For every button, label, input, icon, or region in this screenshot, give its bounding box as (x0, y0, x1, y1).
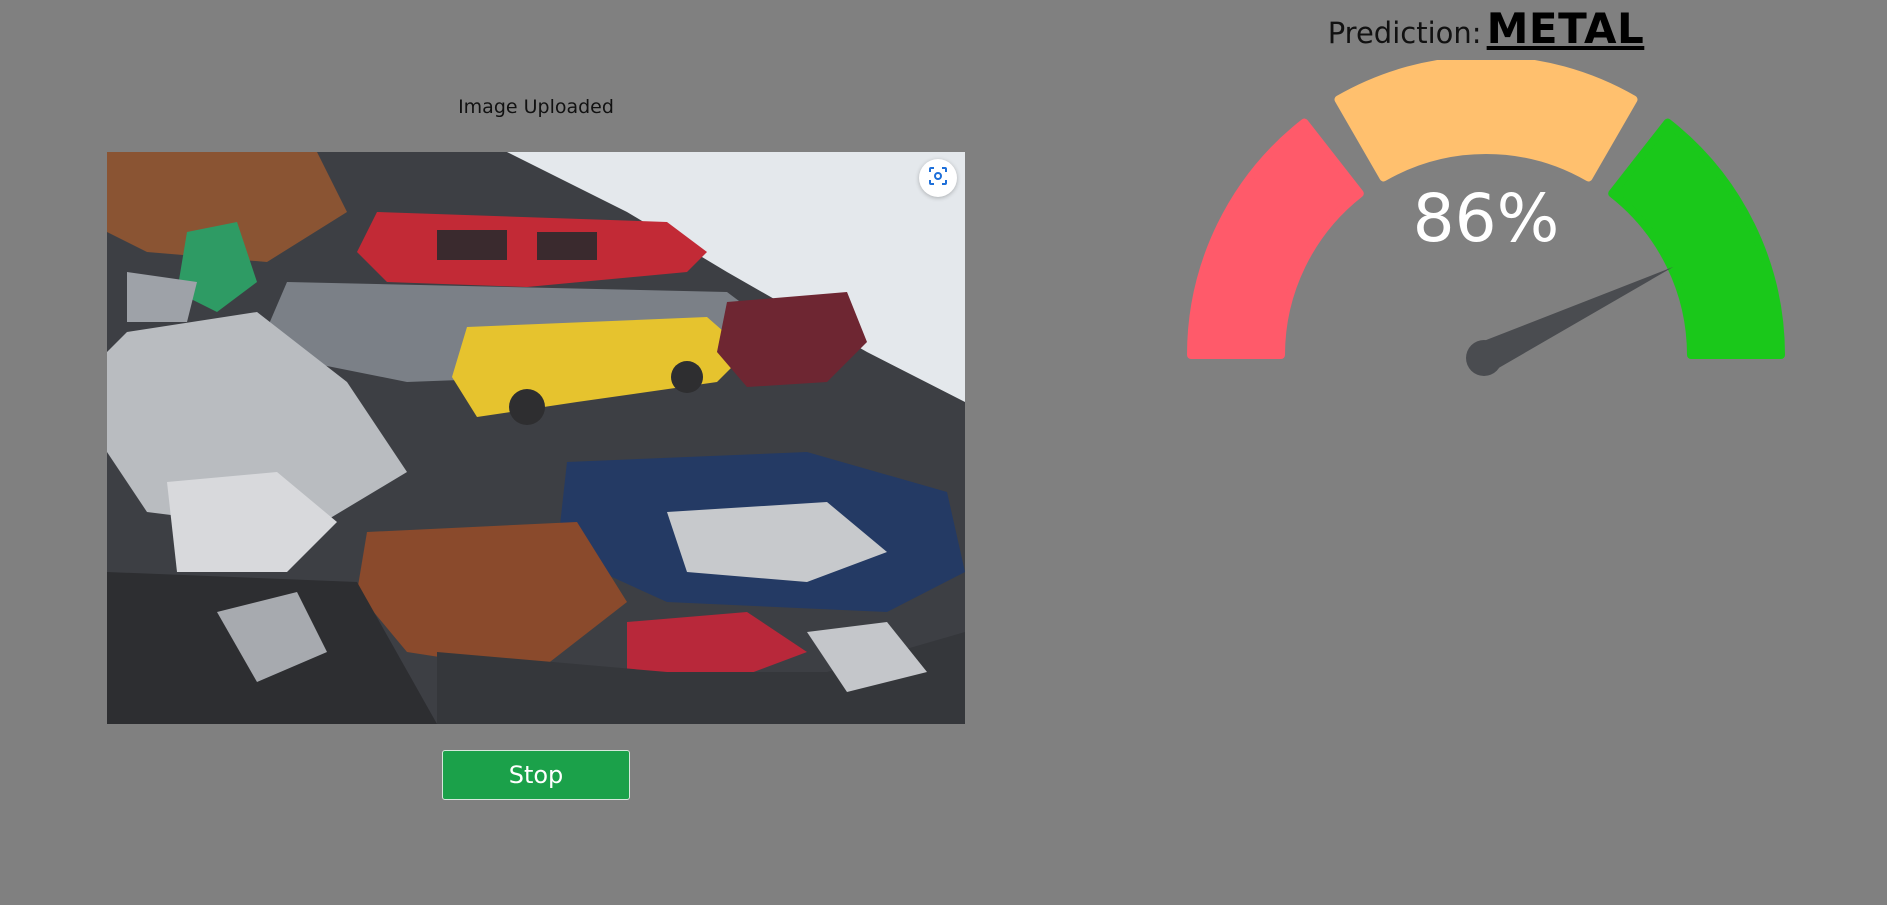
image-uploaded-caption: Image Uploaded (458, 96, 614, 118)
prediction-value: METAL (1486, 4, 1645, 53)
prediction-heading: Prediction: METAL (1190, 4, 1782, 53)
gauge-needle (1477, 266, 1674, 373)
gauge-segment-high (1608, 118, 1785, 359)
gauge-segment-mid (1334, 56, 1638, 182)
uploaded-image (107, 152, 965, 724)
confidence-gauge: 86% (1180, 56, 1800, 390)
gauge-needle-hub (1466, 340, 1502, 376)
page: Image Uploaded Stop Prediction: METAL 86… (0, 0, 1887, 905)
stop-button[interactable]: Stop (442, 750, 630, 800)
screenshot-scan-button[interactable] (919, 159, 957, 197)
screenshot-scan-icon (928, 166, 948, 190)
gauge-segment-low (1187, 118, 1364, 359)
gauge-value-text: 86% (1413, 180, 1560, 257)
prediction-label: Prediction: (1327, 16, 1482, 50)
